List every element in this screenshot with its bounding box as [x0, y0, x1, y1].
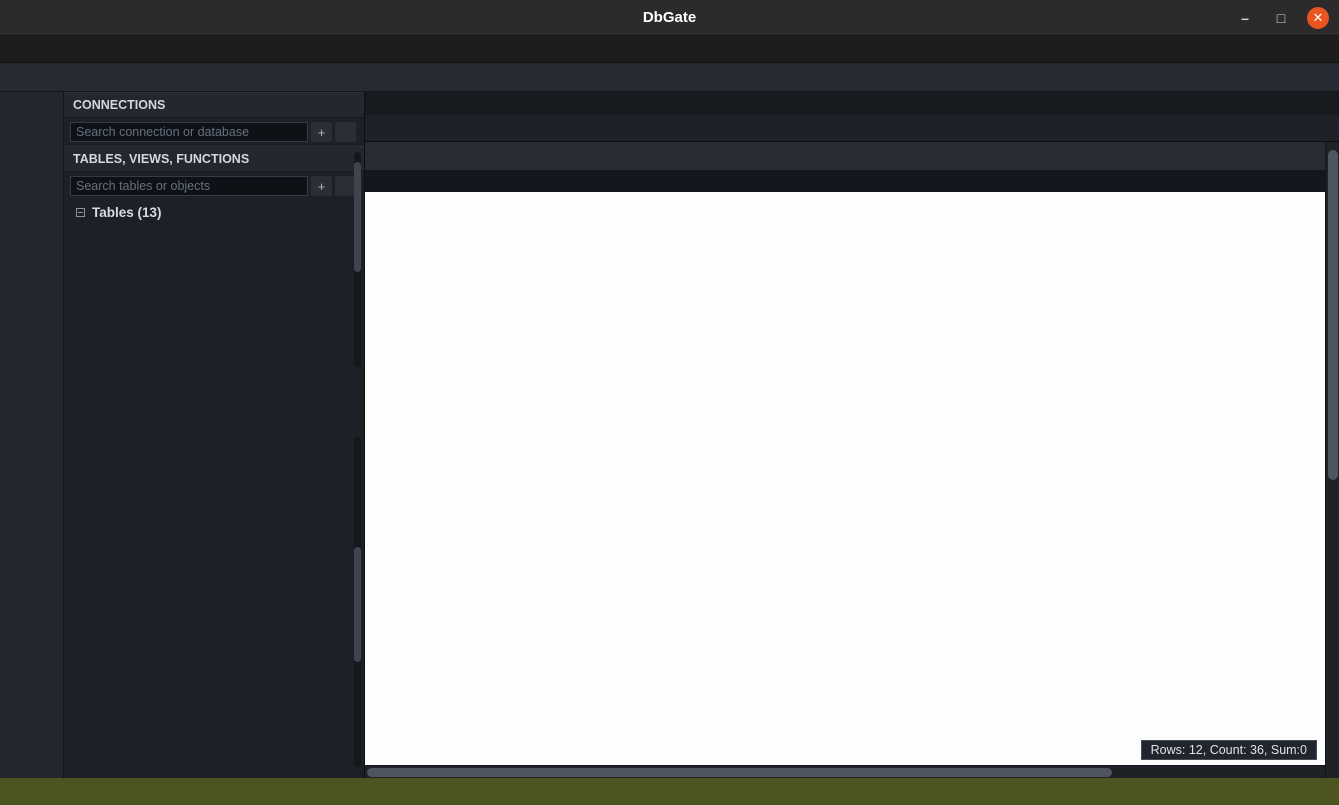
main-area: CONNECTIONS + TABLES, VIEWS, FUNCTIONS +… [0, 92, 1339, 778]
tables-refresh-button[interactable] [335, 176, 356, 196]
connections-search-row: + [64, 118, 364, 146]
grid-inner [365, 142, 1339, 192]
data-grid: Rows: 12, Count: 36, Sum:0 [365, 142, 1339, 778]
connections-search-input[interactable] [70, 122, 308, 142]
statusbar [0, 778, 1339, 805]
tables-search-row: + [64, 172, 364, 200]
work-area: Rows: 12, Count: 36, Sum:0 [365, 92, 1339, 778]
selection-stats-tooltip: Rows: 12, Count: 36, Sum:0 [1141, 740, 1317, 760]
object-tabs [365, 115, 1339, 142]
grid-vertical-scrollbar[interactable] [1325, 142, 1339, 778]
add-connection-small-button[interactable]: + [311, 122, 332, 142]
tables-group-label: Tables (13) [92, 205, 162, 220]
collapse-icon[interactable] [76, 208, 85, 217]
connections-scrollbar[interactable] [354, 152, 361, 367]
tables-search-input[interactable] [70, 176, 308, 196]
app-window: DbGate – □ ✕ CONNECTIONS + TABLES, VIEWS… [0, 0, 1339, 805]
connections-header: CONNECTIONS [64, 92, 364, 118]
left-panel: CONNECTIONS + TABLES, VIEWS, FUNCTIONS +… [64, 92, 365, 778]
close-button[interactable]: ✕ [1307, 7, 1329, 29]
menubar [0, 36, 1339, 63]
left-icon-strip [0, 92, 64, 778]
toolbar [0, 63, 1339, 92]
titlebar: DbGate – □ ✕ [0, 0, 1339, 36]
window-title: DbGate [643, 9, 696, 26]
connections-refresh-button[interactable] [335, 122, 356, 142]
database-tab-groups [365, 92, 1339, 115]
tables-title: TABLES, VIEWS, FUNCTIONS [73, 152, 249, 166]
grid-horizontal-scrollbar[interactable] [365, 765, 1325, 778]
tables-scrollbar[interactable] [354, 437, 361, 767]
connections-title: CONNECTIONS [73, 98, 165, 112]
window-controls: – □ ✕ [1235, 0, 1329, 36]
add-table-small-button[interactable]: + [311, 176, 332, 196]
tables-group-row[interactable]: Tables (13) [64, 200, 364, 224]
minimize-button[interactable]: – [1235, 10, 1255, 26]
grid-filter-row [365, 170, 1339, 192]
grid-header-row [365, 142, 1339, 170]
maximize-button[interactable]: □ [1271, 10, 1291, 26]
tables-header: TABLES, VIEWS, FUNCTIONS [64, 146, 364, 172]
